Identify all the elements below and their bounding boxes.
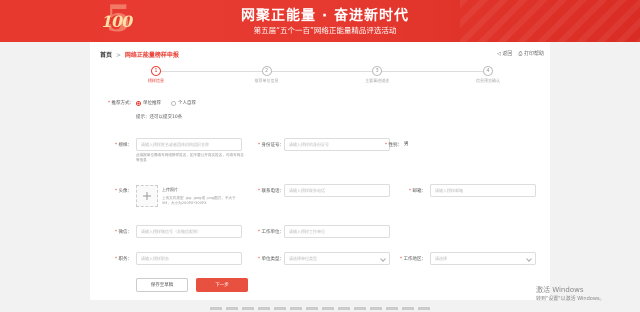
wechat-input[interactable]: 请输入榜样微信号（非微信昵称） [136,225,242,238]
back-link[interactable]: ◁ 返回 [497,50,512,57]
org-label: * 工作单位： [257,230,284,235]
radio-unit-label: 单位推荐 [143,101,161,106]
windows-activation-watermark: 激活 Windows 转到"设置"以激活 Windows。 [536,286,605,304]
steps-track [161,71,483,72]
save-draft-button[interactable]: 保存至草稿 [136,278,188,292]
gender-label: * 性别： [384,143,402,148]
id-number-label: * 身份证号： [257,143,284,148]
form-card: 首页 > 网络正能量榜样申报 ◁ 返回 ⎙ 打印帮助 1 榜样信息 2 推荐单位… [90,42,550,300]
footer-text [210,307,430,310]
step-4-label: 信息预览确认 [476,78,500,83]
org-type-select[interactable]: 请选择单位类型 [284,252,390,265]
radio-unit-dot[interactable] [136,100,141,106]
breadcrumb: 首页 > 网络正能量榜样申报 [100,50,179,59]
next-step-button[interactable]: 下一步 [196,278,248,292]
radio-self-dot[interactable] [171,100,176,106]
breadcrumb-home[interactable]: 首页 [100,52,112,59]
org-type-label: * 单位类型： [257,257,284,262]
avatar-upload-button[interactable] [136,185,158,207]
step-2-label: 推荐单位信息 [254,78,279,83]
title-label: * 职务： [114,257,132,262]
phone-input[interactable]: 请输入榜样联系电话 [284,184,390,197]
watermark-line-1: 激活 Windows [536,286,584,294]
name-label: * 榜样： [114,143,132,148]
step-2: 2 推荐单位信息 [252,66,282,84]
region-select[interactable]: 请选择 [430,252,536,265]
step-3-number: 3 [372,66,383,76]
step-1: 1 榜样信息 [141,66,171,84]
upload-tip: 上传文件类型 .jpg .jpeg或 .png图式，不大于5M，大小为200PX… [162,196,236,205]
email-input[interactable]: 请输入榜样邮箱 [430,184,536,197]
wechat-label: * 微信： [114,230,132,235]
recommend-method-label: * 推荐方式： [107,101,134,106]
print-help-link[interactable]: ⎙ 打印帮助 [518,50,544,57]
step-3-label: 主要事迹描述 [365,78,390,83]
submission-hint: 提示：还可以提交10条 [136,115,183,120]
banner-subtitle: 第五届“五个一百”网络正能量精品评选活动 [253,26,397,35]
logo-number: 100 [102,12,133,31]
step-4: 4 信息预览确认 [473,66,503,84]
radio-self-label: 个人自荐 [178,101,196,106]
upload-photo-text: 上传照片 [162,187,178,192]
avatar-label: * 头像： [114,189,132,194]
email-label: * 邮箱： [408,189,426,194]
radio-unit[interactable]: 单位推荐 [136,100,161,106]
org-input[interactable]: 请输入榜样工作单位 [284,225,390,238]
step-3: 3 主要事迹描述 [362,66,392,84]
step-1-number: 1 [151,66,161,76]
phone-label: * 联系电话： [257,189,284,194]
breadcrumb-separator: > [115,52,121,59]
banner-title: 网聚正能量 · 奋进新时代 [240,8,410,24]
progress-steps: 1 榜样信息 2 推荐单位信息 3 主要事迹描述 4 信息预览确认 [148,66,500,86]
name-input[interactable]: 请输入榜样姓名或者团体机构组织名称 [136,138,242,151]
logo: 5 100 [100,0,144,40]
breadcrumb-current: 网络正能量榜样申报 [124,52,179,59]
recommend-method-group: 单位推荐 个人自荐 [136,100,196,106]
radio-self[interactable]: 个人自荐 [171,100,196,106]
step-4-number: 4 [483,66,493,76]
title-input[interactable]: 请输入榜样职务 [136,252,242,265]
step-1-label: 榜样信息 [148,78,164,83]
region-label: * 工作地区： [399,257,426,262]
gender-value[interactable]: 男 [404,141,409,147]
banner-decoration [460,0,640,42]
name-note: 此填报单位需填写网络榜样姓名，如不要公开真实姓名，可填写网名等信息 [136,153,244,162]
step-2-number: 2 [261,66,272,76]
top-actions: ◁ 返回 ⎙ 打印帮助 [497,50,544,57]
header-banner: 5 100 网聚正能量 · 奋进新时代 第五届“五个一百”网络正能量精品评选活动 [0,0,640,42]
watermark-line-2: 转到"设置"以激活 Windows。 [536,296,605,302]
